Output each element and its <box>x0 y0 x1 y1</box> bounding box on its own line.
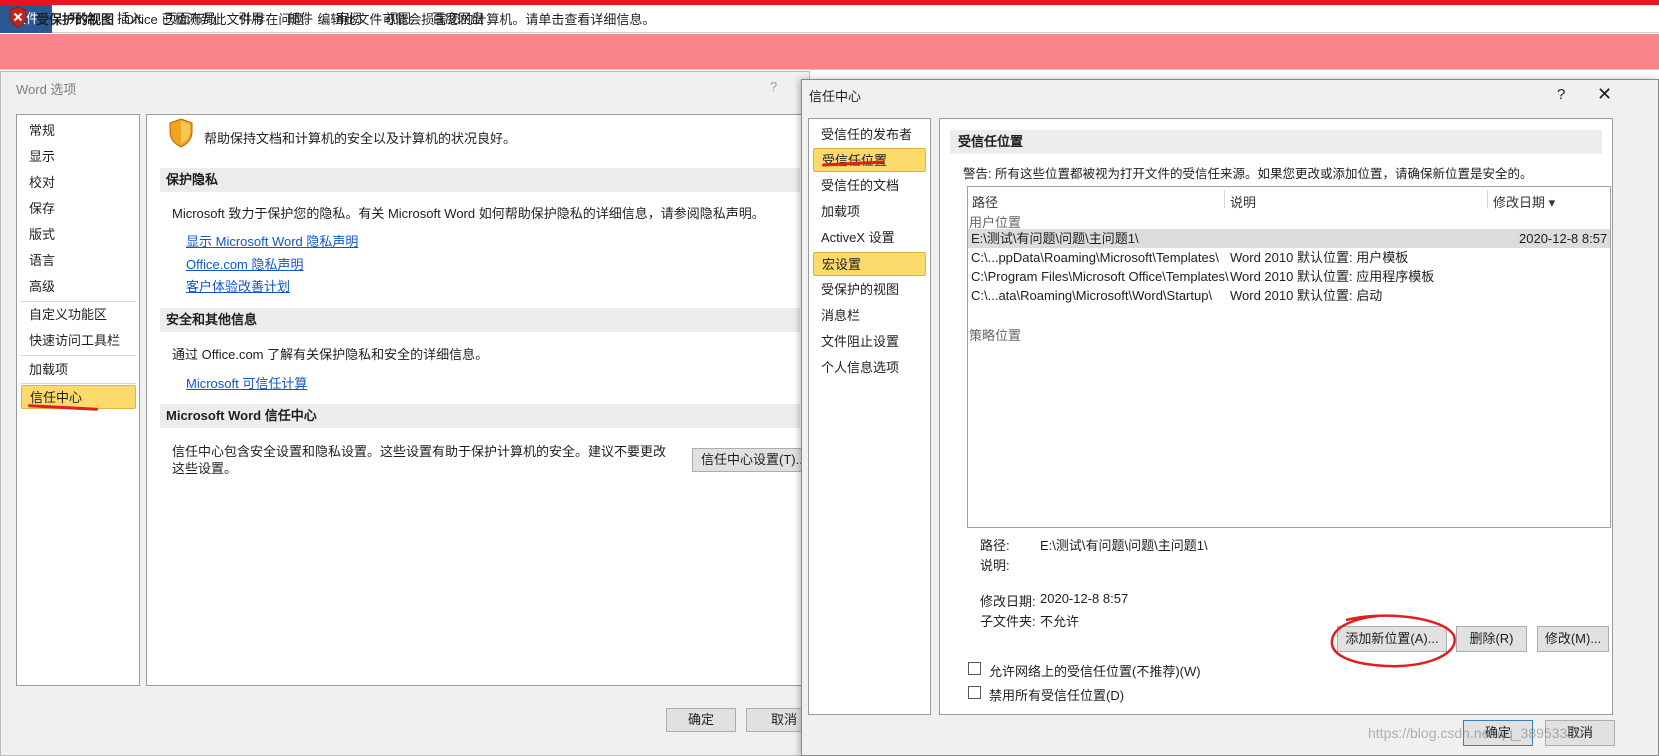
privacy-statement-link[interactable]: 显示 Microsoft Word 隐私声明 <box>186 231 358 250</box>
close-icon[interactable]: ✕ <box>1597 84 1612 105</box>
divider <box>21 355 136 356</box>
nav-privacy-options[interactable]: 个人信息选项 <box>813 356 926 380</box>
trust-center-text: 信任中心包含安全设置和隐私设置。这些设置有助于保护计算机的安全。建议不要更改 <box>172 444 667 459</box>
nav-advanced[interactable]: 高级 <box>21 275 136 299</box>
ceip-link[interactable]: 客户体验改善计划 <box>186 276 290 295</box>
nav-message-bar[interactable]: 消息栏 <box>813 304 926 328</box>
table-row[interactable]: C:\...ata\Roaming\Microsoft\Word\Startup… <box>968 286 1610 305</box>
protected-view-message[interactable]: Office 已检测到此文件存在问题。编辑此文件可能会损害您的计算机。请单击查看… <box>124 9 655 28</box>
trust-intro: 帮助保持文档和计算机的安全以及计算机的状况良好。 <box>204 131 517 146</box>
trustworthy-computing-link[interactable]: Microsoft 可信任计算 <box>186 373 307 392</box>
divider <box>1224 190 1225 208</box>
trust-center-settings-button[interactable]: 信任中心设置(T)... <box>692 448 802 472</box>
detail-path-label: 路径: <box>980 538 1010 553</box>
allow-network-locations-checkbox[interactable] <box>968 662 981 675</box>
nav-general[interactable]: 常规 <box>21 119 136 143</box>
help-button[interactable]: ? <box>1557 86 1565 103</box>
red-circle-annotation <box>1330 614 1456 668</box>
help-button[interactable]: ? <box>770 79 777 94</box>
trust-center-title: 信任中心 <box>809 89 862 104</box>
detail-subfolders-label: 子文件夹: <box>980 614 1036 629</box>
shield-error-icon <box>9 6 27 28</box>
nav-trusted-documents[interactable]: 受信任的文档 <box>813 174 926 198</box>
cell-description: Word 2010 默认位置: 应用程序模板 <box>1230 269 1435 284</box>
protected-view-bar[interactable] <box>0 34 1659 70</box>
modify-button[interactable]: 修改(M)... <box>1537 626 1609 652</box>
privacy-text: Microsoft 致力于保护您的隐私。有关 Microsoft Word 如何… <box>172 206 765 221</box>
cell-date: 2020-12-8 8:57 <box>1519 231 1608 246</box>
table-row[interactable]: C:\Program Files\Microsoft Office\Templa… <box>968 267 1610 286</box>
trust-center-nav: 受信任的发布者 受信任位置 受信任的文档 加载项 ActiveX 设置 宏设置 … <box>808 118 931 715</box>
privacy-heading: 保护隐私 <box>160 168 800 192</box>
cell-path: C:\Program Files\Microsoft Office\Templa… <box>971 269 1229 284</box>
disable-trusted-locations-checkbox[interactable] <box>968 686 981 699</box>
nav-display[interactable]: 显示 <box>21 145 136 169</box>
divider <box>1487 190 1488 208</box>
cell-path: C:\...ata\Roaming\Microsoft\Word\Startup… <box>971 288 1213 303</box>
detail-description-label: 说明: <box>980 558 1010 573</box>
nav-trusted-locations[interactable]: 受信任位置 <box>813 148 926 172</box>
divider <box>21 383 136 384</box>
office-privacy-link[interactable]: Office.com 隐私声明 <box>186 254 304 273</box>
detail-subfolders-value: 不允许 <box>1040 614 1080 629</box>
table-row[interactable]: E:\测试\有问题\问题\主问题1\ 2020-12-8 8:57 <box>968 229 1610 248</box>
nav-proofing[interactable]: 校对 <box>21 171 136 195</box>
security-text: 通过 Office.com 了解有关保护隐私和安全的详细信息。 <box>172 347 489 362</box>
cancel-button[interactable]: 取消 <box>746 708 802 732</box>
trust-center-heading: Microsoft Word 信任中心 <box>160 404 800 428</box>
ok-button[interactable]: 确定 <box>666 708 736 732</box>
security-heading: 安全和其他信息 <box>160 308 800 332</box>
divider <box>21 301 136 302</box>
word-options-nav: 常规 显示 校对 保存 版式 语言 高级 自定义功能区 快速访问工具栏 加载项 … <box>16 114 140 686</box>
column-header-date[interactable]: 修改日期 ▾ <box>1493 192 1555 211</box>
nav-quick-access-toolbar[interactable]: 快速访问工具栏 <box>21 329 136 353</box>
cell-path: C:\...ppData\Roaming\Microsoft\Templates… <box>971 250 1219 265</box>
column-header-description[interactable]: 说明 <box>1230 192 1256 211</box>
trusted-locations-heading: 受信任位置 <box>950 130 1602 154</box>
remove-button[interactable]: 删除(R) <box>1456 626 1527 652</box>
protected-view-title: 受保护的视图 <box>36 12 115 27</box>
column-header-path[interactable]: 路径 <box>972 192 998 211</box>
nav-file-block-settings[interactable]: 文件阻止设置 <box>813 330 926 354</box>
cell-description: Word 2010 默认位置: 用户模板 <box>1230 250 1409 265</box>
detail-path-value: E:\测试\有问题\问题\主问题1\ <box>1040 538 1208 553</box>
detail-date-label: 修改日期: <box>980 594 1036 609</box>
shield-icon <box>169 118 193 148</box>
nav-activex-settings[interactable]: ActiveX 设置 <box>813 226 926 250</box>
word-options-content <box>146 114 806 686</box>
watermark: https://blog.csdn.net/qq_38953320 <box>1368 725 1583 741</box>
word-options-title: Word 选项 <box>16 82 77 97</box>
nav-macro-settings[interactable]: 宏设置 <box>813 252 926 276</box>
allow-network-locations-label[interactable]: 允许网络上的受信任位置(不推荐)(W) <box>989 661 1201 680</box>
nav-customize-ribbon[interactable]: 自定义功能区 <box>21 303 136 327</box>
nav-addins[interactable]: 加载项 <box>813 200 926 224</box>
cell-path: E:\测试\有问题\问题\主问题1\ <box>971 231 1139 246</box>
nav-trusted-publishers[interactable]: 受信任的发布者 <box>813 123 926 147</box>
nav-language[interactable]: 语言 <box>21 249 136 273</box>
detail-date-value: 2020-12-8 8:57 <box>1040 591 1129 606</box>
nav-save[interactable]: 保存 <box>21 197 136 221</box>
table-row[interactable]: C:\...ppData\Roaming\Microsoft\Templates… <box>968 248 1610 267</box>
warning-text: 警告: 所有这些位置都被视为打开文件的受信任来源。如果您更改或添加位置，请确保新… <box>963 167 1533 181</box>
nav-protected-view[interactable]: 受保护的视图 <box>813 278 926 302</box>
nav-addins[interactable]: 加载项 <box>21 358 136 382</box>
cell-description: Word 2010 默认位置: 启动 <box>1230 288 1383 303</box>
disable-trusted-locations-label[interactable]: 禁用所有受信任位置(D) <box>989 685 1124 704</box>
trust-center-text-2: 这些设置。 <box>172 461 238 476</box>
nav-layout[interactable]: 版式 <box>21 223 136 247</box>
group-policy-locations: 策略位置 <box>969 328 1022 343</box>
